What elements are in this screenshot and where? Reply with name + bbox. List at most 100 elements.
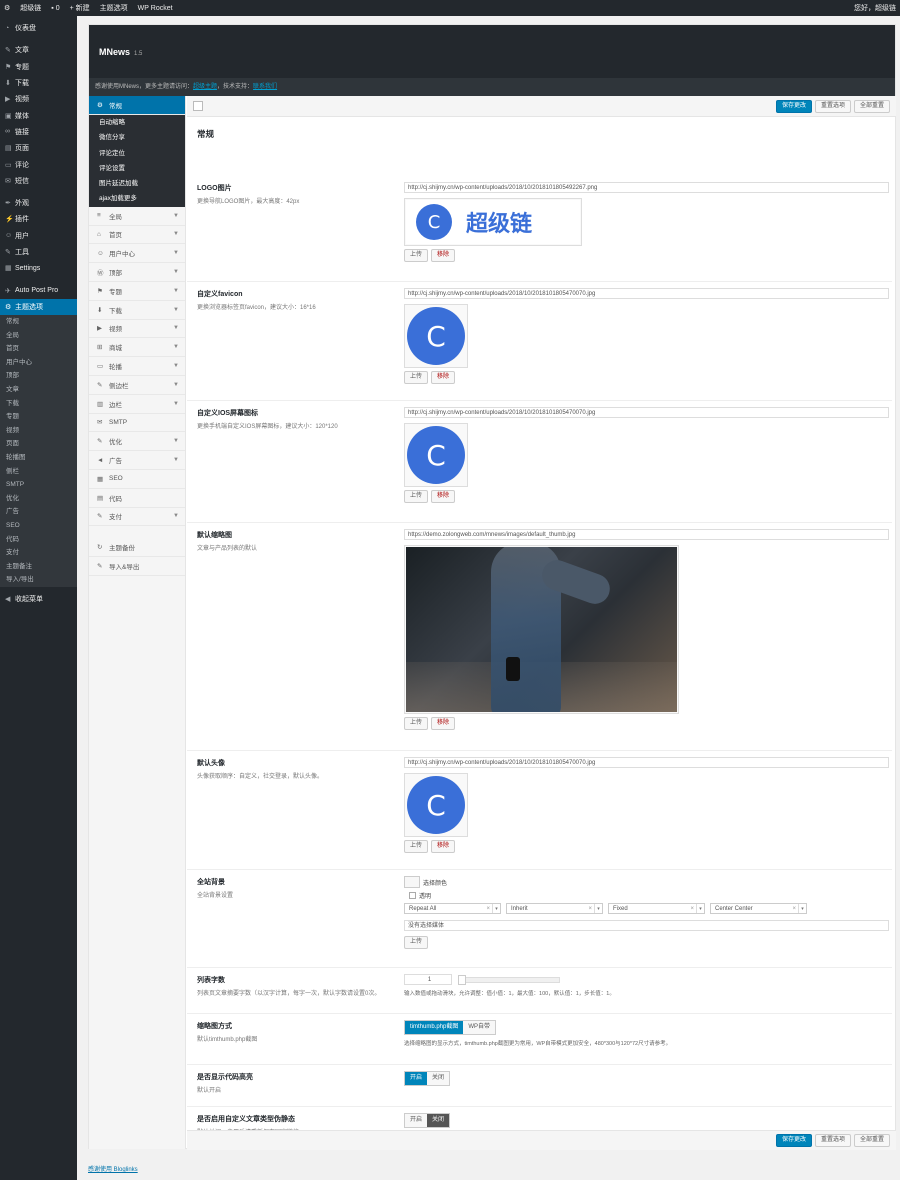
submenu-item[interactable]: 专题: [0, 410, 77, 424]
site-name[interactable]: 超级链: [20, 3, 41, 13]
clear-icon[interactable]: ×: [486, 904, 490, 914]
upload-button[interactable]: 上传: [404, 490, 429, 503]
pnav-item[interactable]: ⊞ 商城 ▼: [89, 338, 185, 358]
reset-section-button[interactable]: 重置选项: [814, 1134, 851, 1147]
collapse-menu-button[interactable]: ◀ 收起菜单: [0, 591, 77, 607]
wp-rocket-link[interactable]: WP Rocket: [138, 5, 173, 12]
excerpt-number-input[interactable]: 1: [404, 974, 452, 985]
admin-menu-item[interactable]: ☺ 用户: [0, 228, 77, 244]
pnav-item[interactable]: ✎ 支付 ▼: [89, 508, 185, 527]
admin-menu-item[interactable]: ✒ 外观: [0, 195, 77, 211]
submenu-item[interactable]: 页面: [0, 437, 77, 451]
ios-icon-url-input[interactable]: http://cj.shijmy.cn/wp-content/uploads/2…: [404, 407, 889, 418]
submenu-item[interactable]: 导入/导出: [0, 573, 77, 587]
remove-button[interactable]: 移除: [431, 717, 456, 730]
excerpt-slider[interactable]: [458, 974, 560, 985]
submenu-item[interactable]: 常规: [0, 315, 77, 329]
bg-attachment-select[interactable]: Inherit × ▾: [506, 903, 603, 914]
pnav-item[interactable]: ☺ 用户中心 ▼: [89, 244, 185, 264]
favicon-url-input[interactable]: http://cj.shijmy.cn/wp-content/uploads/2…: [404, 288, 889, 299]
color-swatch[interactable]: [404, 876, 420, 888]
bg-position-select[interactable]: Center Center × ▾: [710, 903, 807, 914]
submenu-item[interactable]: 视频: [0, 424, 77, 438]
pseudo-static-off[interactable]: 关闭: [427, 1114, 450, 1127]
pnav-item[interactable]: ▤ 代码: [89, 489, 185, 508]
avatar-url-input[interactable]: http://cj.shijmy.cn/wp-content/uploads/2…: [404, 757, 889, 768]
clear-icon[interactable]: ×: [690, 904, 694, 914]
upload-button[interactable]: 上传: [404, 249, 429, 262]
upload-button[interactable]: 上传: [404, 717, 429, 730]
pnav-item[interactable]: ⬇ 下载 ▼: [89, 301, 185, 320]
submenu-item[interactable]: 代码: [0, 533, 77, 547]
admin-menu-item[interactable]: ▤ 页面: [0, 140, 77, 156]
wp-logo-icon[interactable]: ⚙: [4, 4, 10, 12]
submenu-item[interactable]: 轮播图: [0, 451, 77, 465]
submenu-item[interactable]: 主题备注: [0, 560, 77, 574]
pnav-item[interactable]: ✉ SMTP: [89, 414, 185, 433]
admin-menu-item[interactable]: ⚑ 专题: [0, 59, 77, 75]
expand-toggle-button[interactable]: [193, 101, 203, 111]
pnav-item[interactable]: ▥ 边栏 ▼: [89, 395, 185, 414]
pnav-item[interactable]: ≡ 全局 ▼: [89, 207, 185, 226]
thumb-url-input[interactable]: https://demo.zolongweb.com/mnews/images/…: [404, 529, 889, 540]
clear-icon[interactable]: ×: [792, 904, 796, 914]
bg-media-input[interactable]: 没有选择媒体: [404, 920, 889, 931]
submenu-item[interactable]: 侧栏: [0, 465, 77, 479]
theme-options-link[interactable]: 主题选项: [100, 3, 128, 13]
pnav-item-import-export[interactable]: ✎ 导入&导出: [89, 557, 185, 577]
code-highlight-on[interactable]: 开启: [405, 1072, 428, 1085]
admin-menu-item[interactable]: ◔ 仪表盘: [0, 20, 77, 36]
submenu-item[interactable]: 文章: [0, 383, 77, 397]
notice-link-themes[interactable]: 超级主题: [193, 84, 217, 90]
upload-button[interactable]: 上传: [404, 840, 429, 853]
pnav-item[interactable]: ⌂ 首页 ▼: [89, 226, 185, 245]
footer-credit[interactable]: 感谢使用 Bloglinks: [88, 1164, 138, 1173]
admin-menu-item[interactable]: ✎ 文章: [0, 42, 77, 58]
color-picker-label[interactable]: 选择颜色: [423, 878, 447, 887]
pnav-item[interactable]: ▶ 视频 ▼: [89, 320, 185, 339]
save-button[interactable]: 保存更改: [775, 100, 812, 113]
submenu-item[interactable]: SMTP: [0, 478, 77, 492]
pnav-item-general[interactable]: ⚙ 常规: [89, 96, 185, 115]
reset-all-button[interactable]: 全部重置: [853, 100, 890, 113]
admin-menu-item[interactable]: ✈ Auto Post Pro: [0, 282, 77, 298]
pnav-subitem[interactable]: 评论定位: [89, 146, 185, 161]
admin-menu-item[interactable]: ▣ 媒体: [0, 107, 77, 123]
admin-menu-item[interactable]: ✎ 工具: [0, 244, 77, 260]
reset-all-button[interactable]: 全部重置: [853, 1134, 890, 1147]
admin-menu-item[interactable]: ▶ 视频: [0, 91, 77, 107]
remove-button[interactable]: 移除: [431, 490, 456, 503]
submenu-item[interactable]: 首页: [0, 342, 77, 356]
pnav-item[interactable]: ▦ SEO: [89, 470, 185, 489]
save-button[interactable]: 保存更改: [775, 1134, 812, 1147]
pnav-subitem[interactable]: 评论设置: [89, 161, 185, 176]
upload-button[interactable]: 上传: [404, 936, 429, 949]
submenu-item[interactable]: 下载: [0, 397, 77, 411]
submenu-item[interactable]: 支付: [0, 546, 77, 560]
logo-url-input[interactable]: http://cj.shijmy.cn/wp-content/uploads/2…: [404, 182, 889, 193]
clear-icon[interactable]: ×: [588, 904, 592, 914]
upload-button[interactable]: 上传: [404, 371, 429, 384]
remove-button[interactable]: 移除: [431, 840, 456, 853]
remove-button[interactable]: 移除: [431, 371, 456, 384]
pnav-item[interactable]: ✎ 优化 ▼: [89, 432, 185, 452]
submenu-item[interactable]: SEO: [0, 519, 77, 533]
submenu-item[interactable]: 用户中心: [0, 356, 77, 370]
pnav-item[interactable]: ⚑ 专题 ▼: [89, 282, 185, 301]
pseudo-static-on[interactable]: 开启: [405, 1114, 428, 1127]
admin-menu-item[interactable]: ⬇ 下载: [0, 75, 77, 91]
submenu-item[interactable]: 全局: [0, 329, 77, 343]
thumb-mode-timthumb[interactable]: timthumb.php截图: [405, 1021, 464, 1034]
admin-menu-item[interactable]: ▦ Settings: [0, 260, 77, 276]
comments-icon[interactable]: ▪ 0: [51, 5, 59, 12]
pnav-item[interactable]: ✎ 侧边栏 ▼: [89, 376, 185, 395]
account-greeting[interactable]: 您好，超级链: [854, 3, 896, 13]
pnav-subitem[interactable]: 自动缩略: [89, 115, 185, 130]
submenu-item[interactable]: 顶部: [0, 369, 77, 383]
pnav-item-backup[interactable]: ↻ 主题备份: [89, 538, 185, 558]
code-highlight-off[interactable]: 关闭: [427, 1072, 450, 1085]
slider-handle[interactable]: [458, 974, 466, 985]
admin-menu-item[interactable]: ⚡ 插件: [0, 211, 77, 227]
new-button[interactable]: + 新建: [70, 3, 90, 13]
reset-section-button[interactable]: 重置选项: [814, 100, 851, 113]
